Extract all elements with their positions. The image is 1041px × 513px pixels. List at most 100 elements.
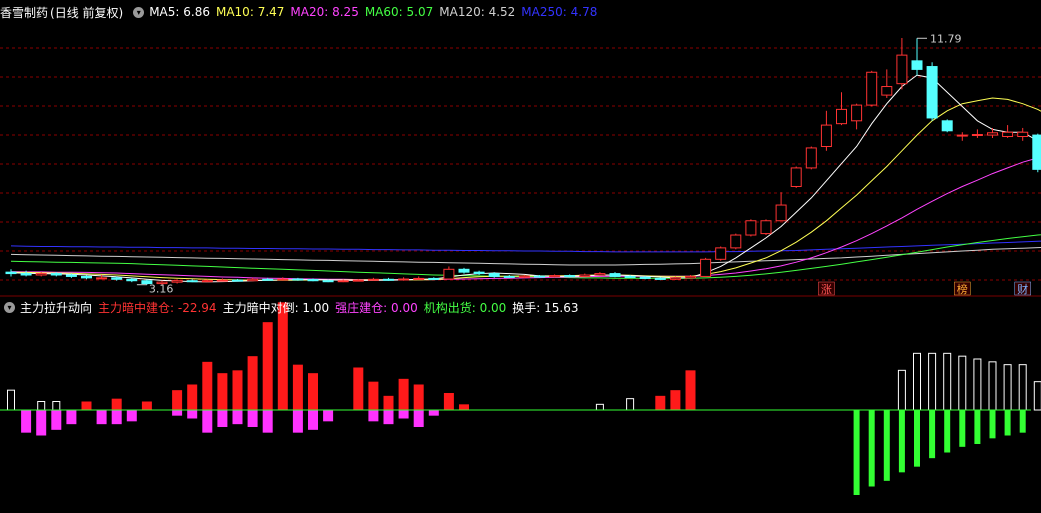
- magenta-bar: [428, 410, 439, 416]
- red-bar: [459, 404, 469, 410]
- ma120-line: [10, 246, 1041, 266]
- magenta-bar: [247, 410, 258, 427]
- kline-app: 11.79 3.16 涨榜财 香雪制药 (日线 前复权) ▾ MA5: 6.86 MA…: [0, 0, 1041, 513]
- candle-body: [367, 278, 379, 281]
- stock-name[interactable]: 香雪制药: [0, 4, 48, 21]
- candle-body: [941, 120, 953, 132]
- red-bar: [383, 395, 394, 410]
- chevron-down-icon[interactable]: ▾: [133, 6, 145, 18]
- white-bar: [626, 398, 635, 411]
- candle-body: [65, 274, 77, 277]
- candle-body: [413, 277, 425, 280]
- candle-body: [1017, 131, 1029, 138]
- candle-body: [624, 275, 636, 278]
- candle-body: [247, 278, 259, 282]
- red-bar: [670, 390, 681, 410]
- candle-body: [50, 273, 62, 276]
- main-legend: 香雪制药 (日线 前复权) ▾ MA5: 6.86 MA10: 7.47 MA20:…: [0, 3, 609, 21]
- white-bar: [943, 352, 952, 411]
- sub-legend-item-value: 0.00: [391, 300, 418, 315]
- white-bar: [52, 401, 61, 411]
- candle-body: [926, 66, 938, 119]
- green-bar: [883, 410, 890, 481]
- green-bar: [944, 410, 951, 453]
- ma20-line: [10, 156, 1041, 281]
- red-bar: [353, 367, 364, 410]
- white-bar: [928, 352, 937, 411]
- sub-legend-item-value: 15.63: [544, 300, 579, 315]
- candle-body: [745, 220, 757, 236]
- candle-body: [881, 86, 893, 96]
- sub-legend-item-label: 主力暗中建仓:: [98, 300, 178, 315]
- white-bar: [1018, 364, 1027, 411]
- chevron-down-icon[interactable]: ▾: [4, 301, 15, 313]
- candle-body: [956, 134, 968, 137]
- ma-legend-item-label: MA10:: [215, 5, 258, 19]
- ma-legend-item-label: MA60:: [364, 5, 407, 19]
- sub-legend-item-label: 主力暗中对倒:: [222, 300, 303, 315]
- candle-body: [20, 273, 32, 276]
- magenta-bar: [187, 410, 198, 419]
- candle-body: [790, 167, 802, 187]
- candle-body: [111, 277, 123, 280]
- magenta-bar: [172, 410, 183, 416]
- sub-legend-item-0: 主力暗中建仓: -22.94: [98, 299, 217, 316]
- candle-body: [820, 124, 832, 148]
- candle-body: [896, 54, 908, 85]
- candle-body: [352, 279, 364, 282]
- sub-legend-item-label: 换手:: [512, 300, 545, 315]
- candle-body: [292, 278, 304, 281]
- green-bar: [868, 410, 875, 487]
- ma-legend-item-4: MA120: 4.52: [439, 5, 515, 19]
- magenta-bar: [262, 410, 273, 433]
- magenta-bar: [217, 410, 228, 427]
- event-badge-text: 涨: [821, 283, 832, 296]
- ma-legend-item-value: 6.86: [183, 5, 210, 19]
- candle-body: [669, 277, 681, 280]
- ma10-line: [10, 97, 1041, 281]
- green-bar: [929, 410, 936, 459]
- white-bar: [973, 358, 982, 411]
- candle-body: [5, 271, 17, 275]
- white-bar: [988, 361, 997, 411]
- green-bar: [1004, 410, 1011, 436]
- red-bar: [655, 395, 666, 410]
- candle-body: [700, 258, 712, 277]
- ma-legend-item-label: MA20:: [290, 5, 333, 19]
- candle-body: [262, 278, 274, 281]
- red-bar: [81, 401, 92, 410]
- candle-body: [322, 280, 334, 283]
- ma-legend-item-value: 4.78: [570, 5, 598, 19]
- ma-legend-item-value: 7.47: [257, 5, 285, 19]
- candle-body: [534, 275, 545, 278]
- red-bar: [685, 370, 696, 410]
- sub-legend-item-3: 机构出货: 0.00: [424, 299, 507, 316]
- candle-body: [594, 273, 606, 276]
- chart-canvas[interactable]: 11.79 3.16 涨 榜 财: [0, 0, 1041, 513]
- candle-body: [96, 277, 108, 280]
- magenta-bar: [126, 410, 137, 422]
- candle-body: [186, 280, 198, 283]
- magenta-bar: [21, 410, 32, 433]
- candle-body: [126, 278, 138, 282]
- period-label[interactable]: (日线 前复权): [50, 4, 123, 21]
- candle-body: [609, 273, 621, 277]
- candle-body: [760, 220, 772, 235]
- white-bar: [958, 355, 967, 411]
- sub-legend-item-label: 机构出货:: [423, 300, 480, 315]
- sub-legend-items: 主力暗中建仓: -22.94 主力暗中对倒: 1.00 强庄建仓: 0.00 机构出货…: [98, 299, 585, 316]
- ma-legend-item-label: MA250:: [521, 5, 571, 19]
- indicator-title[interactable]: 主力拉升动向: [20, 299, 92, 316]
- sub-legend-item-value: 1.00: [302, 300, 330, 315]
- sub-legend-item-label: 强庄建仓:: [335, 300, 391, 315]
- candle-body: [549, 275, 561, 278]
- candle-body: [866, 71, 878, 106]
- magenta-bar: [323, 410, 334, 422]
- magenta-bar: [383, 410, 394, 425]
- white-bar: [595, 403, 604, 411]
- ma-legend-item-2: MA20: 8.25: [290, 5, 358, 19]
- white-bar: [913, 352, 921, 411]
- candle-body: [232, 279, 243, 282]
- red-bar: [232, 370, 243, 410]
- candle-body: [911, 60, 923, 70]
